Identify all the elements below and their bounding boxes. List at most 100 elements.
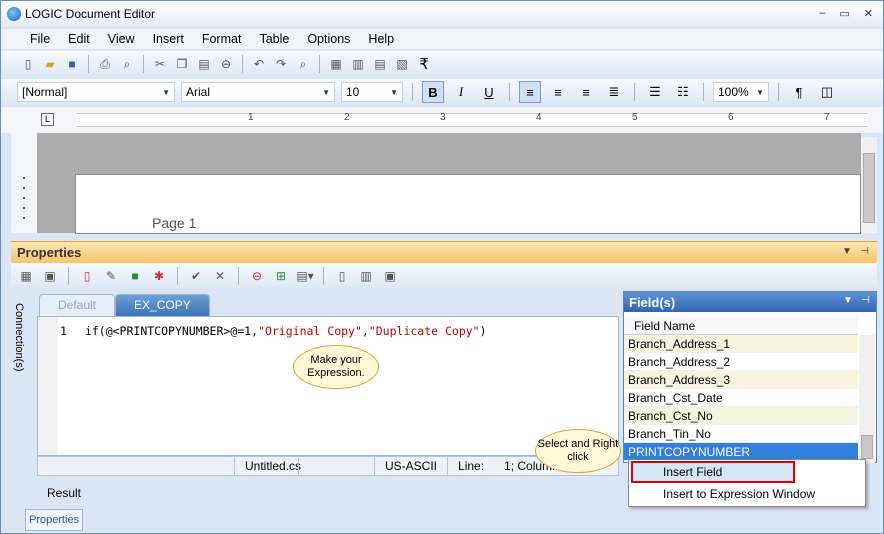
show-formatting-button[interactable]: ¶ [788, 81, 810, 103]
ruler-tick [23, 177, 25, 179]
ruler-number: 7 [824, 112, 830, 123]
font-size-select[interactable]: 10 ▼ [341, 82, 403, 102]
toolbar-separator [319, 55, 320, 73]
field-name-column-header[interactable]: Field Name [624, 317, 858, 335]
menu-edit[interactable]: Edit [59, 32, 99, 46]
fields-title: Field(s) [629, 294, 676, 310]
field-row[interactable]: Branch_Cst_Date [624, 389, 858, 407]
field-row[interactable]: Branch_Address_3 [624, 371, 858, 389]
paste-icon[interactable]: ▤ [195, 55, 213, 73]
table-delete-icon[interactable]: ▧ [393, 55, 411, 73]
multi-page-icon[interactable]: ▣ [381, 267, 399, 285]
field-row[interactable]: Branch_Tin_No [624, 425, 858, 443]
ruler-number: 4 [536, 112, 542, 123]
insert-to-expression-menu-item[interactable]: Insert to Expression Window [629, 483, 865, 505]
remove-icon[interactable]: ⊖ [248, 267, 266, 285]
new-document-icon[interactable]: ▯ [19, 55, 37, 73]
plugin-icon[interactable]: ✱ [150, 267, 168, 285]
field-row[interactable]: Branch_Address_1 [624, 335, 858, 353]
insert-field-menu-item[interactable]: Insert Field [631, 461, 795, 483]
close-button[interactable]: ✕ [864, 7, 873, 20]
redo-icon[interactable]: ↷ [272, 55, 290, 73]
print-icon[interactable]: ⎙ [96, 55, 114, 73]
align-left-icon[interactable]: ≡ [519, 81, 541, 103]
copy-icon[interactable]: ❐ [173, 55, 191, 73]
app-logo-icon [7, 7, 21, 21]
ruler-tick [23, 217, 25, 219]
menu-format[interactable]: Format [193, 32, 251, 46]
pin-icon[interactable]: ▼ ⊣ [843, 295, 870, 306]
menu-file[interactable]: File [21, 32, 59, 46]
toolbar-separator [143, 55, 144, 73]
style-select[interactable]: [Normal] ▼ [17, 82, 175, 102]
delete-icon[interactable]: ⊖ [217, 55, 235, 73]
open-folder-icon[interactable]: ▰ [41, 55, 59, 73]
window-icon[interactable]: ▣ [41, 267, 59, 285]
page-icon[interactable]: ▯ [333, 267, 351, 285]
toolbar-separator [323, 267, 324, 285]
tab-default[interactable]: Default [39, 294, 116, 316]
check-icon[interactable]: ✔ [187, 267, 205, 285]
print-preview-icon[interactable]: ⌕ [118, 55, 136, 73]
menu-view[interactable]: View [99, 32, 144, 46]
pin-icon[interactable]: ▼ ⊣ [842, 246, 869, 257]
code-string-duplicate: "Duplicate Copy" [368, 324, 480, 338]
maximize-button[interactable]: ▭ [839, 7, 849, 20]
rupee-icon[interactable]: ₹ [415, 55, 433, 73]
fields-scrollbar[interactable] [859, 335, 875, 463]
align-right-icon[interactable]: ≡ [547, 81, 569, 103]
font-value: Arial [186, 85, 211, 99]
edit-icon[interactable]: ✎ [102, 267, 120, 285]
italic-button[interactable]: I [450, 81, 472, 103]
minimize-button[interactable]: – [819, 7, 825, 20]
align-center-icon[interactable]: ≡ [575, 81, 597, 103]
document-scrollbar[interactable] [861, 137, 877, 233]
scrollbar-thumb[interactable] [861, 435, 873, 459]
fields-panel: Field(s) ▼ ⊣ Field Name Branch_Address_1… [623, 291, 877, 463]
field-row[interactable]: Branch_Cst_No [624, 407, 858, 425]
bullet-list-icon[interactable]: ☰ [644, 81, 666, 103]
grid-icon[interactable]: ▦ [17, 267, 35, 285]
result-tab[interactable]: Result [37, 481, 617, 503]
find-icon[interactable]: ⌕ [294, 55, 312, 73]
book-icon[interactable]: ▤▾ [296, 267, 314, 285]
font-select[interactable]: Arial ▼ [181, 82, 335, 102]
menu-insert[interactable]: Insert [144, 32, 193, 46]
close-icon[interactable]: ✕ [211, 267, 229, 285]
add-field-icon[interactable]: ⊞ [272, 267, 290, 285]
horizontal-ruler[interactable]: 1 2 3 4 5 6 7 [76, 112, 868, 127]
menu-options[interactable]: Options [298, 32, 359, 46]
table-row-icon[interactable]: ▥ [349, 55, 367, 73]
properties-bottom-tab[interactable]: Properties [25, 509, 84, 531]
undo-icon[interactable]: ↶ [250, 55, 268, 73]
fields-panel-header: Field(s) ▼ ⊣ [624, 292, 876, 312]
save-icon[interactable]: ■ [126, 267, 144, 285]
toolbar-separator [703, 83, 704, 101]
menu-help[interactable]: Help [359, 32, 403, 46]
window-title: LOGIC Document Editor [25, 7, 156, 21]
cut-icon[interactable]: ✂ [151, 55, 169, 73]
field-row[interactable]: Branch_Address_2 [624, 353, 858, 371]
chevron-down-icon: ▼ [162, 87, 170, 97]
delete-doc-icon[interactable]: ▯ [78, 267, 96, 285]
numbered-list-icon[interactable]: ☷ [672, 81, 694, 103]
expression-toolbar: ▦ ▣ ▯ ✎ ■ ✱ ✔ ✕ ⊖ ⊞ ▤▾ ▯ ▥ ▣ [11, 263, 877, 289]
app-window: LOGIC Document Editor – ▭ ✕ File Edit Vi… [0, 0, 884, 534]
right-click-callout: Select and Right click [535, 429, 621, 473]
scrollbar-thumb[interactable] [863, 153, 875, 223]
table-column-icon[interactable]: ▤ [371, 55, 389, 73]
align-justify-icon[interactable]: ≣ [603, 81, 625, 103]
tab-ex-copy[interactable]: EX_COPY [115, 294, 210, 316]
connections-side-tab[interactable]: Connection(s) [11, 293, 29, 501]
calendar-icon[interactable]: ▥ [357, 267, 375, 285]
tab-stop-selector[interactable]: L [41, 113, 54, 126]
underline-button[interactable]: U [478, 81, 500, 103]
page-layout-icon[interactable]: ◫ [816, 81, 838, 103]
table-insert-icon[interactable]: ▦ [327, 55, 345, 73]
save-icon[interactable]: ■ [63, 55, 81, 73]
bold-button[interactable]: B [422, 81, 444, 103]
document-page[interactable]: Page 1 [75, 174, 861, 234]
menu-table[interactable]: Table [250, 32, 298, 46]
toolbar-separator [68, 267, 69, 285]
zoom-select[interactable]: 100% ▼ [713, 82, 769, 102]
